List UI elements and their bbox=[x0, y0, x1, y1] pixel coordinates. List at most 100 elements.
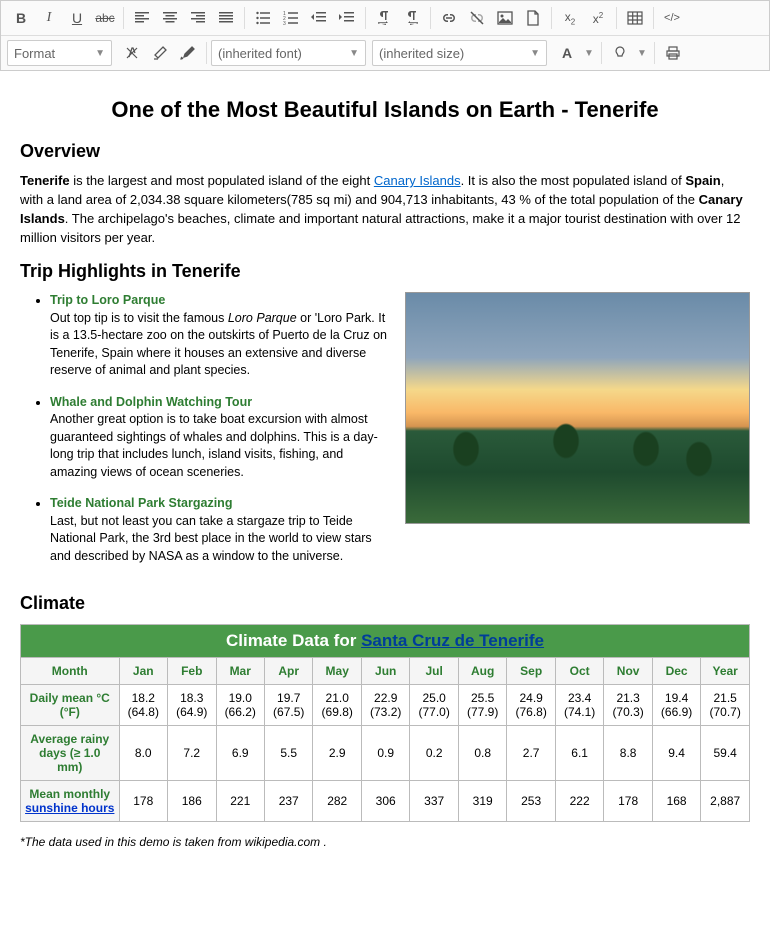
row-label: Mean monthly sunshine hours bbox=[21, 781, 120, 822]
table-row: Daily mean °C (°F)18.2 (64.8)18.3 (64.9)… bbox=[21, 685, 750, 726]
footnote: *The data used in this demo is taken fro… bbox=[20, 834, 750, 851]
table-header-cell: Feb bbox=[168, 658, 216, 685]
align-right-button[interactable] bbox=[184, 5, 212, 31]
table-header-cell: Sep bbox=[507, 658, 555, 685]
climate-table: Climate Data for Santa Cruz de Tenerife … bbox=[20, 624, 750, 822]
strikethrough-button[interactable]: abc bbox=[91, 5, 119, 31]
table-header-cell: Mar bbox=[216, 658, 264, 685]
table-cell: 19.4 (66.9) bbox=[652, 685, 700, 726]
table-cell: 2,887 bbox=[701, 781, 750, 822]
table-cell: 24.9 (76.8) bbox=[507, 685, 555, 726]
table-header-cell: Month bbox=[21, 658, 120, 685]
align-justify-button[interactable] bbox=[212, 5, 240, 31]
font-select[interactable]: (inherited font)▼ bbox=[211, 40, 366, 66]
row-label: Daily mean °C (°F) bbox=[21, 685, 120, 726]
table-header-cell: Aug bbox=[458, 658, 506, 685]
table-cell: 178 bbox=[119, 781, 167, 822]
table-row: Average rainy days (≥ 1.0 mm)8.07.26.95.… bbox=[21, 726, 750, 781]
unordered-list-button[interactable] bbox=[249, 5, 277, 31]
table-header-cell: Jul bbox=[410, 658, 458, 685]
page-title: One of the Most Beautiful Islands on Ear… bbox=[20, 97, 750, 123]
link-button[interactable] bbox=[435, 5, 463, 31]
brush-button[interactable] bbox=[174, 40, 202, 66]
sunshine-hours-link[interactable]: sunshine hours bbox=[25, 801, 114, 815]
code-button[interactable]: </> bbox=[658, 5, 686, 31]
table-cell: 282 bbox=[313, 781, 361, 822]
ordered-list-button[interactable]: 123 bbox=[277, 5, 305, 31]
file-button[interactable] bbox=[519, 5, 547, 31]
table-cell: 18.2 (64.8) bbox=[119, 685, 167, 726]
table-cell: 6.1 bbox=[555, 726, 603, 781]
table-cell: 18.3 (64.9) bbox=[168, 685, 216, 726]
table-header-cell: Nov bbox=[604, 658, 652, 685]
climate-heading: Climate bbox=[20, 593, 750, 614]
table-cell: 23.4 (74.1) bbox=[555, 685, 603, 726]
format-select[interactable]: Format▼ bbox=[7, 40, 112, 66]
align-center-button[interactable] bbox=[156, 5, 184, 31]
table-header-cell: Year bbox=[701, 658, 750, 685]
table-cell: 221 bbox=[216, 781, 264, 822]
unlink-button[interactable] bbox=[463, 5, 491, 31]
document-content[interactable]: One of the Most Beautiful Islands on Ear… bbox=[0, 71, 770, 884]
table-cell: 8.8 bbox=[604, 726, 652, 781]
table-cell: 19.0 (66.2) bbox=[216, 685, 264, 726]
table-button[interactable] bbox=[621, 5, 649, 31]
table-cell: 0.8 bbox=[458, 726, 506, 781]
paint-format-button[interactable] bbox=[146, 40, 174, 66]
table-header-cell: Oct bbox=[555, 658, 603, 685]
font-color-button[interactable]: A bbox=[553, 40, 581, 66]
table-cell: 7.2 bbox=[168, 726, 216, 781]
table-cell: 337 bbox=[410, 781, 458, 822]
print-button[interactable] bbox=[659, 40, 687, 66]
table-cell: 9.4 bbox=[652, 726, 700, 781]
subscript-button[interactable]: x2 bbox=[556, 5, 584, 31]
table-header-cell: Dec bbox=[652, 658, 700, 685]
rtl-button[interactable] bbox=[398, 5, 426, 31]
santa-cruz-link[interactable]: Santa Cruz de Tenerife bbox=[361, 631, 544, 650]
italic-button[interactable]: I bbox=[35, 5, 63, 31]
overview-paragraph: Tenerife is the largest and most populat… bbox=[20, 172, 750, 247]
table-cell: 8.0 bbox=[119, 726, 167, 781]
table-cell: 21.0 (69.8) bbox=[313, 685, 361, 726]
table-cell: 59.4 bbox=[701, 726, 750, 781]
table-header-cell: Jan bbox=[119, 658, 167, 685]
table-row: Mean monthly sunshine hours1781862212372… bbox=[21, 781, 750, 822]
table-caption: Climate Data for Santa Cruz de Tenerife bbox=[21, 625, 750, 658]
outdent-button[interactable] bbox=[305, 5, 333, 31]
table-cell: 2.9 bbox=[313, 726, 361, 781]
editor-toolbar: B I U abc 123 x2 x2 </> Format▼ ( bbox=[0, 0, 770, 71]
table-cell: 0.9 bbox=[361, 726, 409, 781]
table-cell: 21.5 (70.7) bbox=[701, 685, 750, 726]
bold-button[interactable]: B bbox=[7, 5, 35, 31]
table-cell: 19.7 (67.5) bbox=[264, 685, 312, 726]
size-select[interactable]: (inherited size)▼ bbox=[372, 40, 547, 66]
table-header-cell: May bbox=[313, 658, 361, 685]
align-left-button[interactable] bbox=[128, 5, 156, 31]
table-cell: 168 bbox=[652, 781, 700, 822]
table-header-cell: Apr bbox=[264, 658, 312, 685]
canary-islands-link[interactable]: Canary Islands bbox=[374, 173, 461, 188]
underline-button[interactable]: U bbox=[63, 5, 91, 31]
overview-heading: Overview bbox=[20, 141, 750, 162]
font-color-dropdown[interactable]: ▼ bbox=[581, 40, 597, 66]
toolbar-row-2: Format▼ (inherited font)▼ (inherited siz… bbox=[1, 35, 769, 70]
table-cell: 253 bbox=[507, 781, 555, 822]
table-cell: 21.3 (70.3) bbox=[604, 685, 652, 726]
table-cell: 186 bbox=[168, 781, 216, 822]
ltr-button[interactable] bbox=[370, 5, 398, 31]
table-cell: 319 bbox=[458, 781, 506, 822]
superscript-button[interactable]: x2 bbox=[584, 5, 612, 31]
tenerife-image bbox=[405, 292, 750, 524]
table-cell: 25.5 (77.9) bbox=[458, 685, 506, 726]
image-button[interactable] bbox=[491, 5, 519, 31]
table-header-cell: Jun bbox=[361, 658, 409, 685]
table-cell: 237 bbox=[264, 781, 312, 822]
table-cell: 178 bbox=[604, 781, 652, 822]
indent-button[interactable] bbox=[333, 5, 361, 31]
remove-format-button[interactable] bbox=[118, 40, 146, 66]
table-cell: 2.7 bbox=[507, 726, 555, 781]
highlight-dropdown[interactable]: ▼ bbox=[634, 40, 650, 66]
highlight-button[interactable] bbox=[606, 40, 634, 66]
table-cell: 0.2 bbox=[410, 726, 458, 781]
toolbar-row-1: B I U abc 123 x2 x2 </> bbox=[1, 1, 769, 35]
